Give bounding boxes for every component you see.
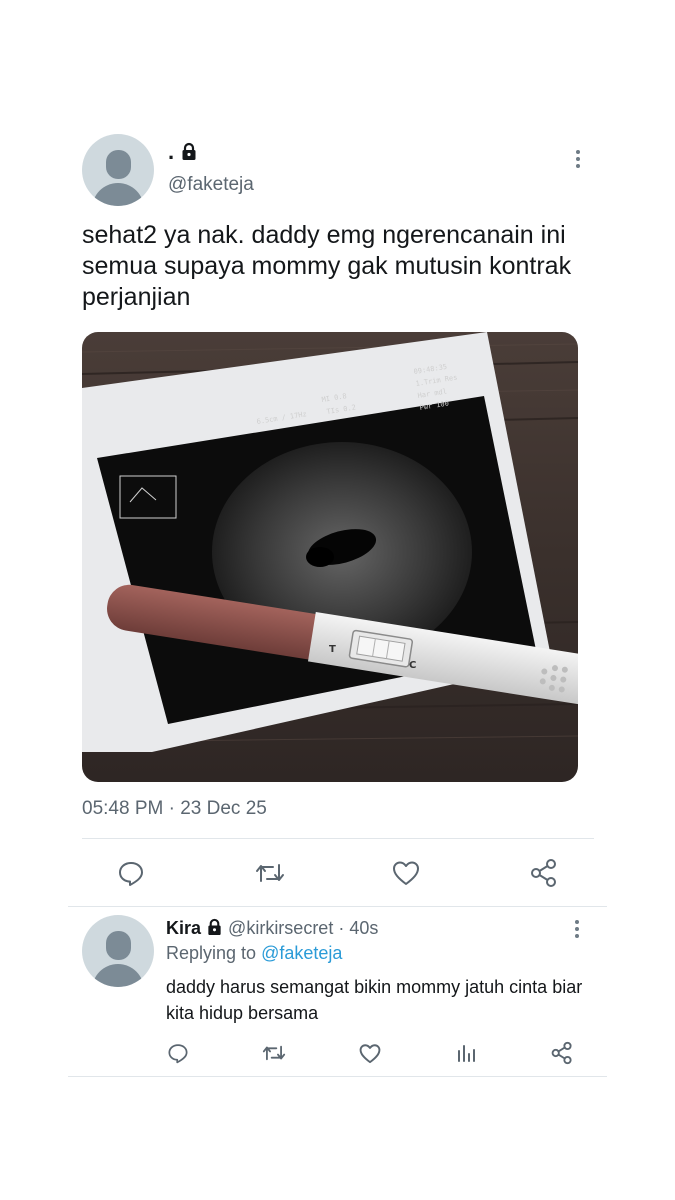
avatar-body: [92, 183, 144, 206]
test-label-t: T: [329, 644, 336, 655]
reply-icon[interactable]: [167, 1042, 189, 1069]
share-icon[interactable]: [530, 858, 558, 893]
more-options-icon[interactable]: [575, 150, 581, 170]
analytics-icon[interactable]: [456, 1043, 476, 1068]
divider: [82, 838, 594, 839]
tweet-timestamp[interactable]: 05:48 PM · 23 Dec 25: [82, 798, 267, 820]
retweet-icon[interactable]: [254, 859, 286, 892]
retweet-icon[interactable]: [261, 1042, 287, 1069]
like-icon[interactable]: [392, 860, 420, 891]
reply-text: daddy harus semangat bikin mommy jatuh c…: [166, 977, 583, 1023]
reply-time: · 40s: [338, 918, 379, 938]
avatar-head: [106, 931, 131, 960]
display-name-text: .: [168, 139, 175, 164]
avatar[interactable]: [82, 134, 154, 206]
reply-handle: @kirkirsecret: [228, 918, 334, 938]
avatar-head: [106, 150, 131, 179]
replying-prefix: Replying to: [166, 943, 257, 963]
reply-display-name: Kira: [166, 918, 202, 938]
lock-icon: [182, 142, 196, 160]
tweet-image[interactable]: 6.5cm / 17Hz MI 0.8 TIs 0.2 09:48:35 1.T…: [82, 332, 578, 782]
replying-handle-link[interactable]: @faketeja: [261, 943, 342, 963]
share-icon[interactable]: [551, 1041, 573, 1070]
reply-more-options-icon[interactable]: [574, 920, 580, 940]
tweet-text: sehat2 ya nak. daddy emg ngerencanain in…: [82, 221, 572, 311]
divider: [68, 1076, 607, 1077]
test-label-c: C: [409, 660, 416, 671]
avatar-body: [92, 964, 144, 987]
like-icon[interactable]: [359, 1043, 381, 1069]
ultrasound-photo-illustration: 6.5cm / 17Hz MI 0.8 TIs 0.2 09:48:35 1.T…: [82, 332, 578, 782]
handle[interactable]: @faketeja: [168, 174, 254, 196]
display-name[interactable]: .: [168, 140, 198, 164]
reply-avatar[interactable]: [82, 915, 154, 987]
reply-icon[interactable]: [117, 859, 145, 892]
replying-to: Replying to @faketeja: [166, 943, 342, 964]
reply-author-line[interactable]: Kira @kirkirsecret · 40s: [166, 918, 378, 939]
lock-icon: [208, 918, 221, 935]
